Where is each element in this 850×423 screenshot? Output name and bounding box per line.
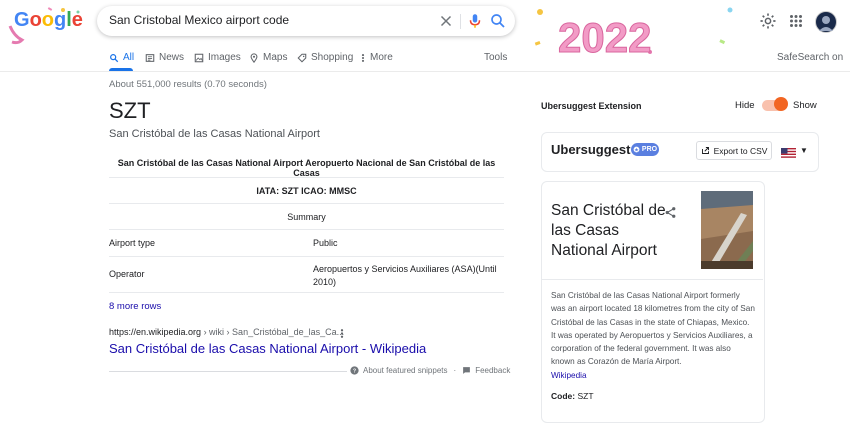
table-divider (109, 229, 504, 230)
description-text: San Cristóbal de las Casas National Airp… (551, 291, 755, 367)
clear-icon[interactable] (437, 12, 455, 30)
table-divider (109, 292, 504, 293)
search-icon (110, 53, 119, 62)
result-title-link[interactable]: San Cristóbal de las Casas National Airp… (109, 341, 426, 356)
airport-aerial-photo[interactable] (701, 191, 753, 269)
search-input[interactable] (109, 13, 427, 27)
share-icon[interactable] (664, 206, 677, 224)
tab-label: Maps (263, 52, 288, 63)
tab-label: Images (208, 52, 241, 63)
result-path: › wiki › San_Cristóbal_de_las_Ca... (201, 327, 345, 337)
tab-label: News (159, 52, 185, 63)
settings-gear-icon[interactable] (759, 12, 777, 30)
snippet-footer: ? About featured snippets · Feedback (350, 366, 510, 375)
tab-maps[interactable]: Maps (249, 52, 287, 63)
about-snippets-link[interactable]: About featured snippets (363, 366, 448, 375)
account-avatar[interactable] (815, 11, 837, 33)
tab-images[interactable]: Images (194, 52, 241, 63)
svg-text:?: ? (353, 368, 356, 374)
export-label: Export to CSV (713, 145, 768, 156)
featured-answer-subtitle: San Cristóbal de las Casas National Airp… (109, 128, 320, 140)
result-url[interactable]: https://en.wikipedia.org › wiki › San_Cr… (109, 327, 344, 337)
code-value: SZT (577, 391, 594, 401)
tag-icon (297, 53, 307, 62)
country-dropdown-caret-icon[interactable]: ▼ (800, 146, 808, 155)
search-divider (460, 14, 461, 29)
tab-news[interactable]: News (145, 52, 184, 63)
tab-more[interactable]: More (360, 52, 393, 63)
code-label: Code: (551, 391, 576, 401)
export-csv-button[interactable]: Export to CSV (696, 141, 772, 160)
safesearch-status[interactable]: SafeSearch on (777, 52, 843, 63)
airport-codes: IATA: SZT ICAO: MMSC (256, 186, 357, 196)
row-key-airport-type: Airport type (109, 238, 156, 248)
row-value-operator: Aeropuertos y Servicios Auxiliares (ASA)… (313, 264, 497, 287)
featured-answer: SZT (109, 98, 151, 123)
map-pin-icon (250, 52, 258, 63)
table-title: San Cristóbal de las Casas National Airp… (117, 158, 496, 178)
tab-label: Shopping (311, 52, 354, 63)
result-divider (109, 371, 347, 372)
pro-label: PRO (641, 146, 658, 153)
google-logo[interactable]: Google (8, 6, 88, 45)
ubersuggest-extension-label: Ubersuggest Extension (541, 101, 642, 111)
apps-grid-icon[interactable] (787, 12, 805, 30)
search-icon[interactable] (489, 12, 507, 30)
table-divider (109, 203, 504, 204)
row-value-airport-type: Public (313, 238, 338, 248)
knowledge-panel-description: San Cristóbal de las Casas National Airp… (551, 289, 756, 382)
knowledge-panel-divider (541, 279, 763, 280)
header-divider (0, 71, 850, 72)
pro-badge: PRO (631, 143, 659, 156)
tab-label: More (370, 52, 393, 63)
tab-label: All (123, 52, 135, 63)
show-label: Show (793, 100, 817, 111)
feedback-icon (463, 367, 471, 374)
wikipedia-source-link[interactable]: Wikipedia (551, 371, 587, 380)
logo-text: Google (14, 9, 83, 31)
table-divider (109, 256, 504, 257)
tab-all[interactable]: All (109, 52, 134, 63)
hide-label: Hide (735, 100, 755, 111)
result-domain: https://en.wikipedia.org (109, 327, 202, 337)
knowledge-panel-title: San Cristóbal de las Casas National Airp… (551, 202, 666, 259)
airport-code-fact: Code: SZT (551, 391, 594, 401)
star-icon (633, 146, 640, 153)
more-vertical-icon (361, 53, 365, 62)
export-icon (701, 147, 709, 154)
footer-separator: · (453, 366, 457, 375)
more-rows-link[interactable]: 8 more rows (109, 301, 161, 312)
toggle-knob[interactable] (774, 97, 788, 111)
result-stats: About 551,000 results (0.70 seconds) (109, 79, 267, 90)
tab-shopping[interactable]: Shopping (297, 52, 353, 63)
summary-label: Summary (287, 212, 326, 222)
row-key-operator: Operator (109, 269, 145, 279)
tools-button[interactable]: Tools (484, 52, 507, 63)
feedback-link[interactable]: Feedback (475, 366, 510, 375)
news-icon (145, 53, 155, 62)
image-icon (194, 53, 204, 62)
table-divider (109, 177, 504, 178)
us-flag-icon[interactable] (781, 145, 796, 158)
help-icon: ? (350, 366, 359, 375)
ubersuggest-brand: Ubersuggest (551, 142, 631, 157)
microphone-icon[interactable] (466, 12, 484, 30)
svg-text:2022: 2022 (558, 14, 651, 60)
new-year-doodle[interactable]: 2022 (530, 0, 745, 62)
search-box[interactable] (97, 6, 515, 36)
